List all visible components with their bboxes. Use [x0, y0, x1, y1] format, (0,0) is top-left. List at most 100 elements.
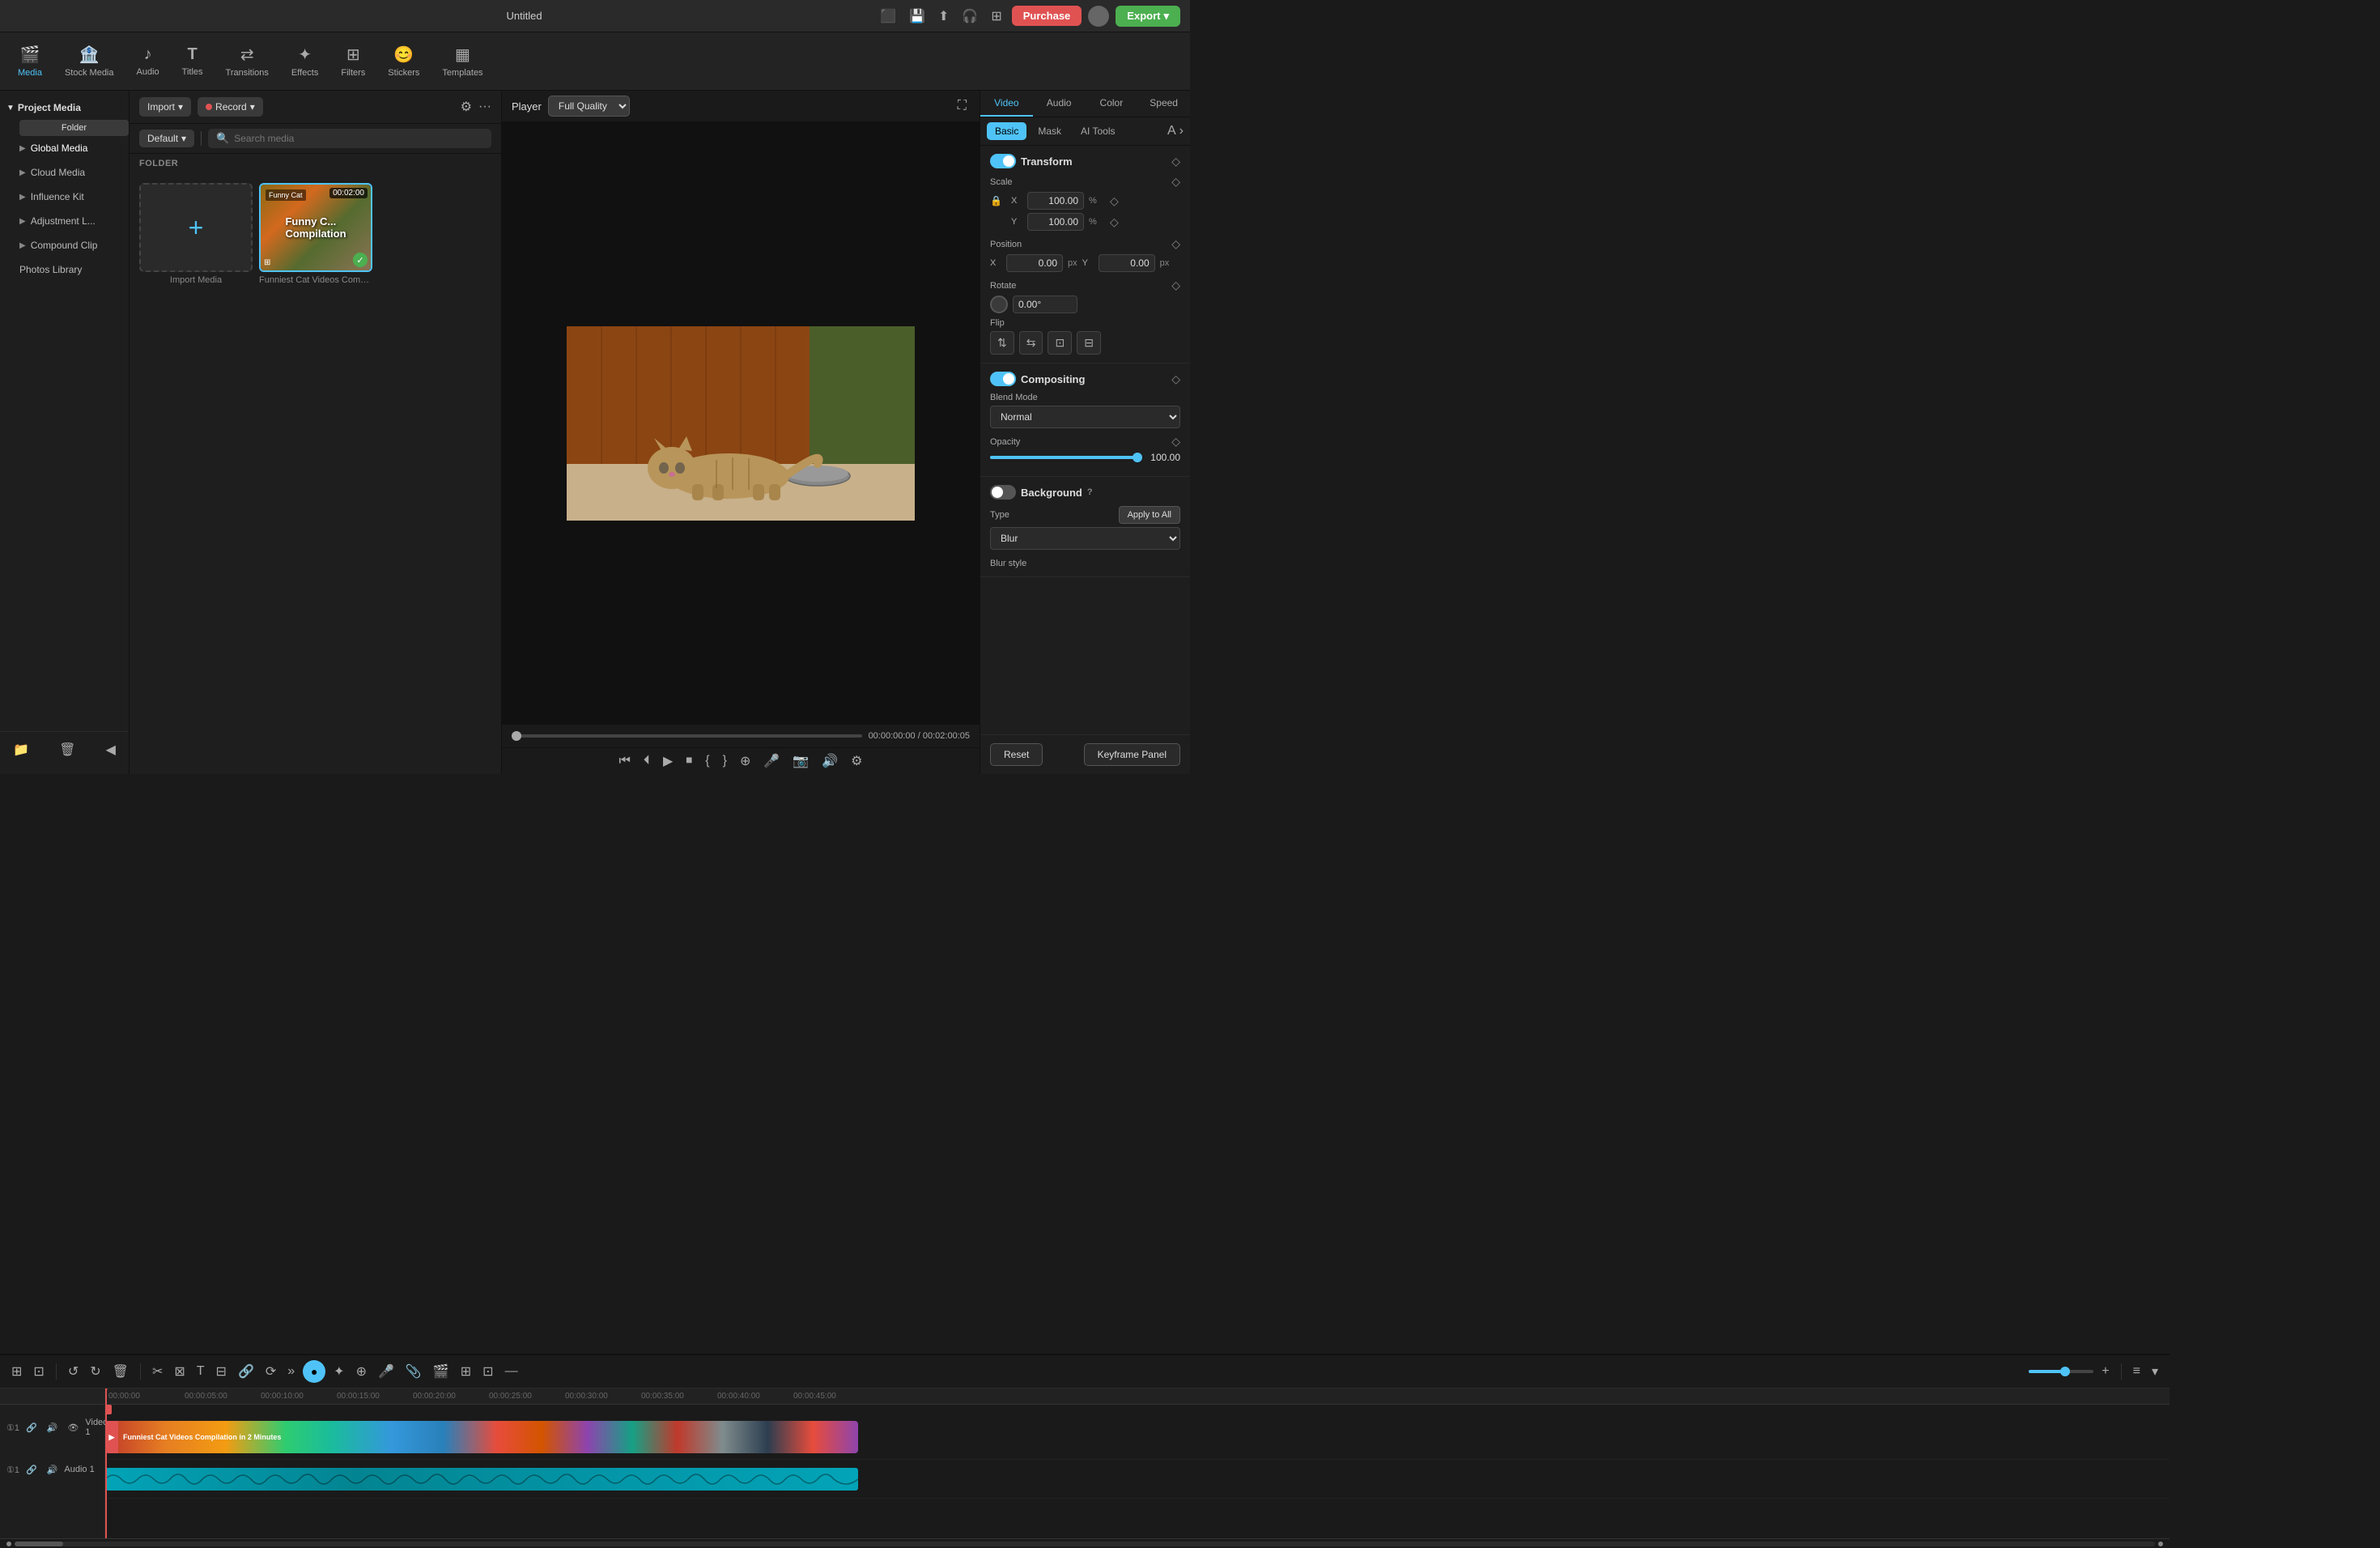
video1-eye-btn[interactable]: 👁: [64, 1421, 82, 1435]
filter-icon[interactable]: ⚙: [461, 99, 472, 115]
sidebar-item-influence-kit[interactable]: ▶ Influence Kit: [0, 185, 129, 209]
tab-audio[interactable]: Audio: [1033, 91, 1086, 117]
monitor-icon[interactable]: ⬛: [877, 5, 899, 28]
video1-link-btn[interactable]: 🔗: [23, 1421, 40, 1435]
grid-icon[interactable]: ⊞: [988, 5, 1005, 28]
nav-next-icon[interactable]: ›: [1179, 124, 1184, 138]
folder-button[interactable]: Folder: [19, 120, 129, 136]
export-button[interactable]: Export ▾: [1116, 6, 1180, 27]
headphone-icon[interactable]: 🎧: [958, 5, 981, 28]
redo-btn[interactable]: ↻: [87, 1362, 104, 1381]
tab-audio[interactable]: ♪ Audio: [125, 39, 171, 83]
zoom-slider[interactable]: [2029, 1370, 2093, 1373]
apply-all-button[interactable]: Apply to All: [1119, 506, 1180, 524]
import-button[interactable]: Import ▾: [139, 97, 191, 117]
sub-tab-ai-tools[interactable]: AI Tools: [1073, 122, 1123, 140]
remove-folder-icon[interactable]: 🗑: [56, 738, 79, 761]
bg-blur-select[interactable]: Blur Color Image: [990, 527, 1180, 550]
out-point-icon[interactable]: }: [720, 752, 730, 770]
default-button[interactable]: Default ▾: [139, 130, 194, 147]
shield-btn[interactable]: ⊕: [353, 1362, 370, 1381]
mask-tl-btn[interactable]: ⊡: [479, 1362, 496, 1381]
record-button[interactable]: Record ▾: [198, 97, 263, 117]
rotate-keyframe-btn[interactable]: ◇: [1171, 279, 1180, 292]
skip-back-button[interactable]: ⏮: [616, 752, 634, 770]
pos-x-input[interactable]: [1006, 254, 1063, 272]
scale-y-kf-btn[interactable]: ◇: [1110, 215, 1119, 229]
clip-btn[interactable]: 📎: [402, 1362, 425, 1381]
tab-stickers[interactable]: 😊 Stickers: [376, 38, 431, 84]
tab-filters[interactable]: ⊞ Filters: [329, 38, 376, 84]
flip-horizontal-btn[interactable]: ⇅: [990, 331, 1014, 355]
rotate-tl-btn[interactable]: ⟳: [262, 1362, 279, 1381]
tab-transitions[interactable]: ⇄ Transitions: [215, 38, 280, 84]
in-point-icon[interactable]: {: [702, 752, 712, 770]
pos-y-input[interactable]: [1099, 254, 1155, 272]
tab-templates[interactable]: ▦ Templates: [431, 38, 494, 84]
video1-mute-btn[interactable]: 🔊: [44, 1421, 62, 1435]
pip-btn[interactable]: ⊞: [457, 1362, 474, 1381]
rotate-input[interactable]: [1013, 296, 1077, 313]
search-input[interactable]: [234, 133, 483, 144]
options-btn[interactable]: ▾: [2148, 1362, 2161, 1381]
collapse-panel-icon[interactable]: ◀: [103, 738, 119, 761]
tab-effects[interactable]: ✦ Effects: [280, 38, 329, 84]
trim-btn[interactable]: ⊠: [171, 1362, 188, 1381]
audio-track-content[interactable]: [105, 1460, 2170, 1498]
save-icon[interactable]: 💾: [906, 5, 929, 28]
sidebar-item-global-media[interactable]: ▶ Global Media: [0, 136, 129, 160]
play-button[interactable]: ▶: [660, 751, 676, 771]
tab-media[interactable]: 🎬 Media: [6, 38, 53, 84]
text-btn[interactable]: T: [193, 1363, 208, 1380]
add-folder-icon[interactable]: 📁: [10, 738, 32, 761]
rotate-dial[interactable]: [990, 296, 1008, 313]
plus-btn[interactable]: +: [2098, 1363, 2112, 1380]
sidebar-item-adjustment[interactable]: ▶ Adjustment L...: [0, 209, 129, 233]
grid-layout-btn[interactable]: ⊞: [8, 1362, 25, 1381]
sub-tab-mask[interactable]: Mask: [1030, 122, 1069, 140]
settings-icon[interactable]: ⚙: [848, 751, 865, 771]
more-tl-btn[interactable]: »: [284, 1363, 298, 1380]
video-clip[interactable]: ▶ Funniest Cat Videos Compilation in 2 M…: [105, 1421, 858, 1453]
crop-btn[interactable]: ⊟: [213, 1362, 230, 1381]
nav-prev-icon[interactable]: A: [1167, 124, 1176, 138]
transform-toggle[interactable]: [990, 154, 1016, 168]
h-scrollbar-thumb[interactable]: [15, 1542, 63, 1546]
sparkle-btn[interactable]: ✦: [330, 1362, 347, 1381]
frame-back-button[interactable]: ⏴: [640, 752, 653, 770]
cat-video-cell[interactable]: Funny Cat Funny C...Compilation 00:02:00…: [259, 183, 372, 272]
import-media-cell[interactable]: +: [139, 183, 253, 272]
sidebar-item-compound-clip[interactable]: ▶ Compound Clip: [0, 233, 129, 257]
upload-icon[interactable]: ⬆: [935, 5, 952, 28]
scale-y-input[interactable]: [1027, 213, 1084, 231]
purchase-button[interactable]: Purchase: [1012, 6, 1082, 26]
search-box[interactable]: 🔍: [208, 129, 491, 148]
sidebar-item-cloud-media[interactable]: ▶ Cloud Media: [0, 160, 129, 185]
flip-v-mirror-btn[interactable]: ⊟: [1077, 331, 1101, 355]
cut-btn[interactable]: ✂: [149, 1362, 166, 1381]
record-tl-btn[interactable]: ●: [303, 1360, 325, 1383]
audio1-link-btn[interactable]: 🔗: [23, 1463, 40, 1477]
snapshot-icon[interactable]: 📷: [789, 751, 812, 771]
compositing-keyframe-btn[interactable]: ◇: [1171, 372, 1180, 386]
h-scrollbar[interactable]: [15, 1542, 2155, 1546]
minus-btn[interactable]: —: [502, 1363, 521, 1380]
opacity-slider[interactable]: [990, 456, 1137, 459]
scrubber[interactable]: [512, 734, 862, 738]
tab-stock-media[interactable]: 🏦 Stock Media: [53, 38, 125, 84]
audio-clip[interactable]: [105, 1468, 858, 1491]
delete-btn[interactable]: 🗑: [109, 1362, 132, 1381]
opacity-keyframe-btn[interactable]: ◇: [1171, 435, 1180, 449]
opacity-thumb[interactable]: [1133, 453, 1142, 462]
tab-titles[interactable]: T Titles: [171, 39, 215, 83]
zoom-thumb[interactable]: [2060, 1367, 2070, 1376]
voiceover-icon[interactable]: 🎤: [760, 751, 783, 771]
list-view-btn[interactable]: ≡: [2130, 1363, 2144, 1380]
audio1-mute-btn[interactable]: 🔊: [44, 1463, 62, 1477]
insert-icon[interactable]: ⊕: [737, 751, 754, 771]
split-btn[interactable]: ⊡: [30, 1362, 47, 1381]
flip-h-mirror-btn[interactable]: ⊡: [1048, 331, 1072, 355]
scale-keyframe-btn[interactable]: ◇: [1171, 175, 1180, 189]
tab-video[interactable]: Video: [980, 91, 1033, 117]
scale-x-input[interactable]: [1027, 192, 1084, 210]
